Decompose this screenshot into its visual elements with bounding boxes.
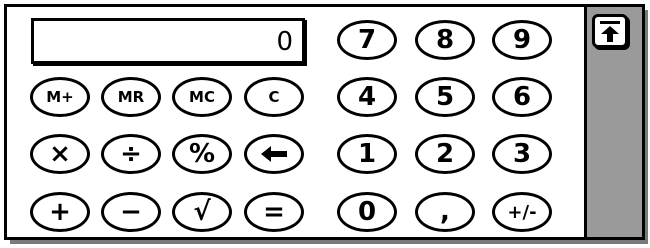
key-label: C xyxy=(268,88,280,106)
memory-add-button[interactable]: M+ xyxy=(30,77,90,117)
memory-clear-button[interactable]: MC xyxy=(172,77,232,117)
multiply-button[interactable]: × xyxy=(30,134,90,174)
key-label: MC xyxy=(189,88,215,106)
digit-9-button[interactable]: 9 xyxy=(492,20,552,60)
key-label: 8 xyxy=(435,25,455,55)
key-label: , xyxy=(440,197,450,227)
key-label: 1 xyxy=(357,139,377,169)
key-label: MR xyxy=(117,88,145,106)
sign-toggle-button[interactable]: +/- xyxy=(492,192,552,232)
decimal-separator-button[interactable]: , xyxy=(415,192,475,232)
key-label: + xyxy=(49,197,71,227)
collapse-up-button[interactable] xyxy=(592,14,628,48)
key-label: ÷ xyxy=(120,139,142,169)
key-label: +/- xyxy=(507,201,537,223)
key-label: = xyxy=(263,197,285,227)
equals-button[interactable]: = xyxy=(244,192,304,232)
key-label: 3 xyxy=(512,139,532,169)
calculator-display: 0 xyxy=(31,18,305,64)
key-label: M+ xyxy=(46,88,74,106)
subtract-button[interactable]: − xyxy=(101,192,161,232)
add-button[interactable]: + xyxy=(30,192,90,232)
memory-recall-button[interactable]: MR xyxy=(101,77,161,117)
clear-button[interactable]: C xyxy=(244,77,304,117)
key-label: 4 xyxy=(357,82,377,112)
key-label: √ xyxy=(193,197,211,227)
window-shadow xyxy=(645,10,648,243)
divide-button[interactable]: ÷ xyxy=(101,134,161,174)
key-label: 0 xyxy=(357,197,377,227)
backspace-button[interactable] xyxy=(244,134,304,174)
window-shadow xyxy=(10,240,648,244)
percent-button[interactable]: % xyxy=(172,134,232,174)
calculator-window: 0 M+ MR MC C × ÷ % + − √ = 7 8 9 4 5 6 1… xyxy=(0,0,650,248)
key-label: × xyxy=(49,139,71,169)
key-label: 7 xyxy=(357,25,377,55)
key-label: % xyxy=(188,139,216,169)
square-root-button[interactable]: √ xyxy=(172,192,232,232)
digit-6-button[interactable]: 6 xyxy=(492,77,552,117)
digit-5-button[interactable]: 5 xyxy=(415,77,475,117)
digit-3-button[interactable]: 3 xyxy=(492,134,552,174)
digit-8-button[interactable]: 8 xyxy=(415,20,475,60)
key-label: − xyxy=(120,197,142,227)
key-label: 9 xyxy=(512,25,532,55)
digit-1-button[interactable]: 1 xyxy=(337,134,397,174)
arrow-up-to-line-icon xyxy=(600,21,620,42)
digit-2-button[interactable]: 2 xyxy=(415,134,475,174)
digit-7-button[interactable]: 7 xyxy=(337,20,397,60)
display-value: 0 xyxy=(276,27,293,57)
key-label: 6 xyxy=(512,82,532,112)
digit-0-button[interactable]: 0 xyxy=(337,192,397,232)
key-label: 2 xyxy=(435,139,455,169)
key-label: 5 xyxy=(435,82,455,112)
digit-4-button[interactable]: 4 xyxy=(337,77,397,117)
backspace-arrow-icon xyxy=(261,146,287,162)
